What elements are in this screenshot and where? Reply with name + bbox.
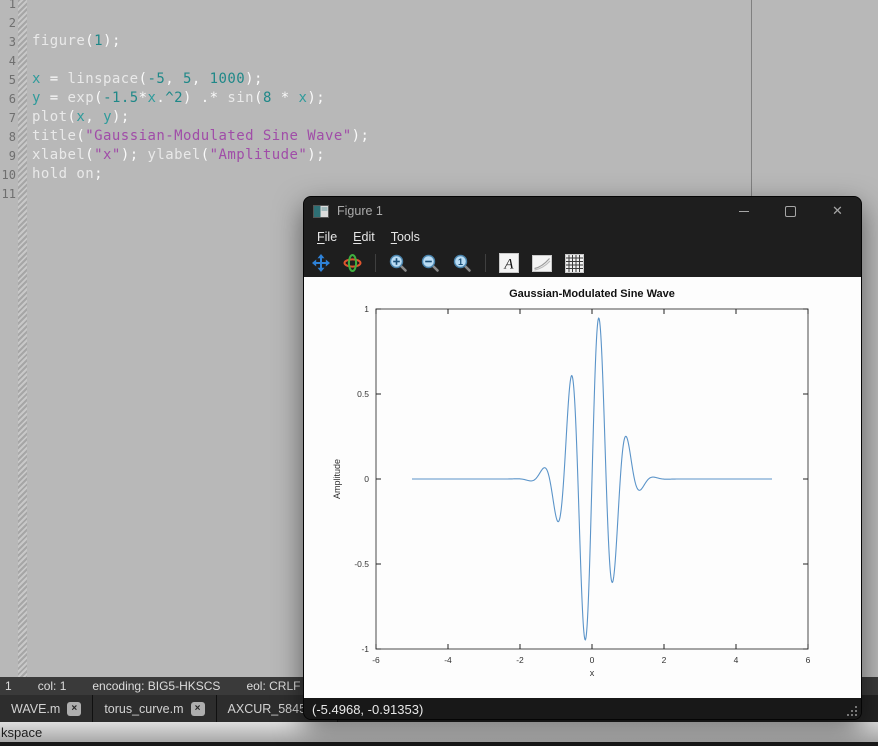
line-number: 8 xyxy=(8,130,16,144)
status-eol: eol: CRLF xyxy=(246,679,301,693)
tab-label: torus_curve.m xyxy=(104,701,184,716)
rotate-icon[interactable] xyxy=(343,254,362,272)
zoom-out-icon[interactable] xyxy=(421,254,440,273)
code-line: 7 plot(x, y); xyxy=(0,108,760,127)
workspace-label: kspace xyxy=(1,724,43,740)
figure-menubar: File Edit Tools xyxy=(304,225,861,249)
line-number: 6 xyxy=(8,92,16,106)
figure-window-title: Figure 1 xyxy=(337,204,383,218)
code-line: 6y = exp(-1.5*x.^2) .* sin(8 * x); xyxy=(0,89,760,108)
workspace-strip[interactable]: kspace xyxy=(0,722,878,746)
toolbar-separator xyxy=(485,254,486,272)
status-line: 1 xyxy=(5,679,12,693)
axes-icon[interactable] xyxy=(532,254,552,272)
svg-text:0: 0 xyxy=(364,474,369,484)
code-line: 5x = linspace(-5, 5, 1000); xyxy=(0,70,760,89)
status-col: col: 1 xyxy=(37,679,67,693)
figure-titlebar[interactable]: Figure 1 ✕ xyxy=(304,197,861,225)
line-number: 3 xyxy=(8,35,16,49)
svg-text:Amplitude: Amplitude xyxy=(332,459,342,499)
line-number: 5 xyxy=(8,73,16,87)
svg-text:A: A xyxy=(503,257,514,273)
line-number: 1 xyxy=(8,0,16,11)
menu-file[interactable]: File xyxy=(314,228,340,246)
figure-toolbar: 1 A xyxy=(304,249,861,277)
menu-tools[interactable]: Tools xyxy=(388,228,423,246)
svg-text:6: 6 xyxy=(806,655,811,665)
zoom-in-icon[interactable] xyxy=(389,254,408,273)
close-icon: ✕ xyxy=(832,203,843,218)
svg-text:4: 4 xyxy=(734,655,739,665)
toolbar-separator xyxy=(375,254,376,272)
code-line: 9 xlabel("x"); ylabel("Amplitude"); xyxy=(0,146,760,165)
figure-window: Figure 1 ✕ File Edit Tools 1 A -6 -4 -2 … xyxy=(303,196,862,720)
figure-window-icon xyxy=(313,204,329,218)
screen: 1 2 3 figure(1); 4 5 x = linspace(-5, 5, 1000)… xyxy=(0,0,878,746)
code-line: 3 figure(1); xyxy=(0,32,760,51)
resize-grip[interactable] xyxy=(845,705,858,718)
svg-text:0.5: 0.5 xyxy=(357,389,369,399)
code-line: 8 title("Gaussian-Modulated Sine Wave"); xyxy=(0,127,760,146)
maximize-button[interactable] xyxy=(767,197,814,225)
code-line: 2 xyxy=(0,13,760,32)
code-line: 10 hold on; xyxy=(0,165,760,184)
svg-text:-0.5: -0.5 xyxy=(354,559,369,569)
svg-text:Gaussian-Modulated Sine Wave: Gaussian-Modulated Sine Wave xyxy=(509,288,675,300)
status-encoding: encoding: BIG5-HKSCS xyxy=(92,679,221,693)
line-number: 7 xyxy=(8,111,16,125)
line-number: 4 xyxy=(8,54,16,68)
svg-text:2: 2 xyxy=(662,655,667,665)
pan-icon[interactable] xyxy=(312,254,330,272)
code-line: 1 xyxy=(0,0,760,13)
line-number: 9 xyxy=(8,149,16,163)
svg-text:-2: -2 xyxy=(516,655,524,665)
gaussian-sine-plot[interactable]: -6 -4 -2 0 2 4 6 -1 -0.5 0 0.5 1 Gaussian-Modulated … xyxy=(304,277,862,698)
svg-text:-6: -6 xyxy=(372,655,380,665)
svg-text:x: x xyxy=(590,668,595,678)
svg-text:-1: -1 xyxy=(361,644,369,654)
line-number: 2 xyxy=(8,16,16,30)
svg-text:0: 0 xyxy=(590,655,595,665)
maximize-icon xyxy=(785,205,796,217)
menu-edit[interactable]: Edit xyxy=(350,228,378,246)
tab-label: WAVE.m xyxy=(11,701,61,716)
svg-text:1: 1 xyxy=(458,257,463,267)
tab-close-icon[interactable]: × xyxy=(67,701,82,716)
zoom-original-icon[interactable]: 1 xyxy=(453,254,472,273)
plot-canvas[interactable]: -6 -4 -2 0 2 4 6 -1 -0.5 0 0.5 1 Gaussian-Modulated … xyxy=(304,277,861,698)
line-number: 10 xyxy=(1,168,16,182)
editor-tab[interactable]: torus_curve.m × xyxy=(93,695,217,722)
minimize-button[interactable] xyxy=(720,197,767,225)
minimize-icon xyxy=(738,210,749,212)
editor-tab[interactable]: WAVE.m × xyxy=(0,695,94,722)
close-button[interactable]: ✕ xyxy=(814,197,861,225)
insert-text-icon[interactable]: A xyxy=(499,253,519,273)
figure-status-bar: (-5.4968, -0.91353) xyxy=(304,698,861,719)
tab-close-icon[interactable]: × xyxy=(190,701,205,716)
line-number: 11 xyxy=(1,187,16,201)
svg-text:-4: -4 xyxy=(444,655,452,665)
grid-icon[interactable] xyxy=(565,253,584,273)
code-line: 4 xyxy=(0,51,760,70)
code-lines: 1 2 3 figure(1); 4 5 x = linspace(-5, 5, 1000)… xyxy=(0,0,760,203)
svg-text:1: 1 xyxy=(364,304,369,314)
cursor-coordinates: (-5.4968, -0.91353) xyxy=(312,702,424,717)
